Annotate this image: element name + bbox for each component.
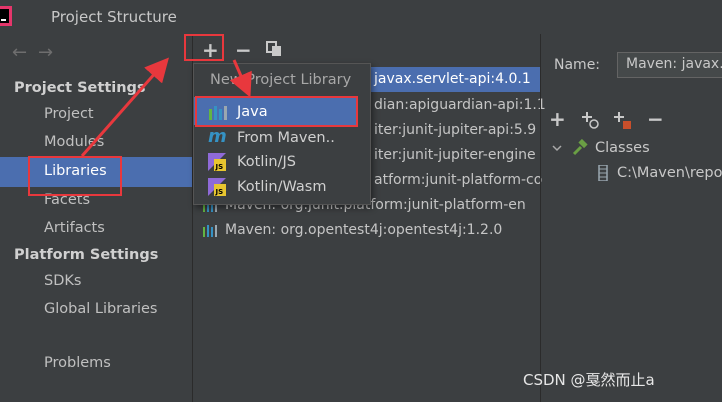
csdn-watermark: CSDN @戛然而止a <box>523 371 655 389</box>
annotation-arrows <box>80 57 252 157</box>
